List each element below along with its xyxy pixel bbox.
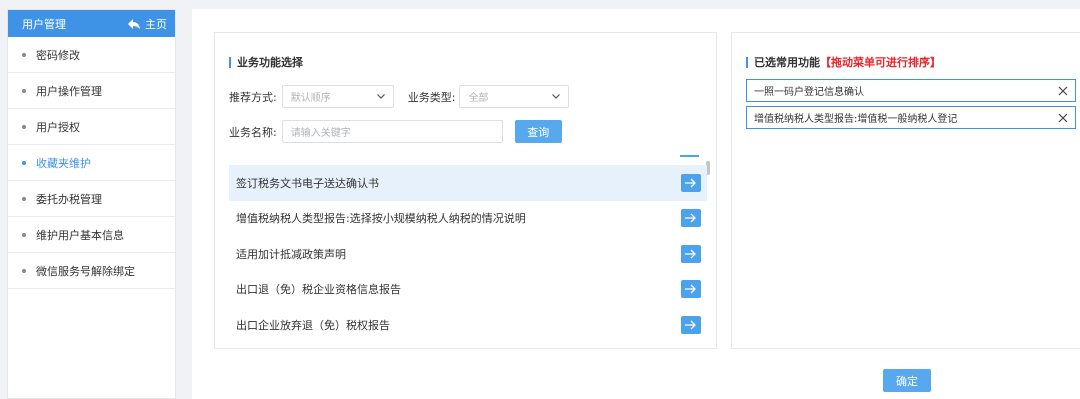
sidebar-item-password[interactable]: 密码修改 (8, 37, 175, 73)
list-top-indicator (680, 155, 699, 157)
drag-sort-hint: 【拖动菜单可进行排序】 (820, 56, 941, 69)
sidebar-item-label: 维护用户基本信息 (36, 228, 124, 242)
sidebar-item-delegated-tax[interactable]: 委托办税管理 (8, 181, 175, 217)
main-content: 业务功能选择 推荐方式: 默认顺序 业务类型: 全部 业务名称: 请输入关键字 … (192, 9, 1080, 399)
list-item[interactable]: 签订税务文书电子送达确认书 (229, 165, 707, 201)
sidebar-item-label: 收藏夹维护 (36, 156, 91, 170)
close-icon[interactable] (1058, 113, 1068, 123)
list-item[interactable]: 增值税纳税人类型报告:选择按小规模纳税人纳税的情况说明 (229, 201, 707, 237)
selected-item[interactable]: 增值税纳税人类型报告:增值税一般纳税人登记 (746, 106, 1076, 129)
list-item-label: 出口企业放弃退（免）税权报告 (236, 318, 390, 332)
title-bar-accent (229, 56, 231, 68)
type-select-value: 全部 (468, 93, 489, 104)
back-arrow-icon (128, 18, 140, 29)
selected-item-label: 一照一码户登记信息确认 (754, 87, 864, 98)
list-item[interactable]: 适用加计抵减政策声明 (229, 236, 707, 272)
panel-title-text: 业务功能选择 (237, 56, 303, 69)
list-item-label: 适用加计抵减政策声明 (236, 247, 346, 261)
chevron-down-icon (376, 94, 385, 99)
sidebar-item-user-operations[interactable]: 用户操作管理 (8, 73, 175, 109)
name-label: 业务名称: (229, 125, 277, 139)
sort-select-value: 默认顺序 (290, 93, 331, 104)
sort-select[interactable]: 默认顺序 (281, 85, 394, 108)
sidebar-item-label: 用户授权 (36, 120, 80, 134)
list-item-label: 出口退（免）税企业资格信息报告 (236, 283, 401, 297)
home-label: 主页 (145, 17, 167, 31)
bullet-icon (22, 196, 26, 201)
sidebar-item-label: 微信服务号解除绑定 (36, 264, 135, 278)
add-arrow-button[interactable] (681, 280, 701, 299)
search-row: 业务名称: 请输入关键字 查询 (229, 120, 562, 143)
list-item-label: 签订税务文书电子送达确认书 (236, 176, 379, 190)
arrow-right-icon (685, 320, 696, 330)
add-arrow-button[interactable] (681, 173, 701, 192)
bullet-icon (22, 124, 26, 129)
panel-title: 业务功能选择 (229, 54, 303, 70)
selected-item[interactable]: 一照一码户登记信息确认 (746, 79, 1076, 102)
bullet-icon (22, 52, 26, 57)
add-arrow-button[interactable] (681, 315, 701, 334)
list-item[interactable]: 出口企业放弃退（免）税权报告 (229, 307, 707, 343)
add-arrow-button[interactable] (681, 209, 701, 228)
type-select[interactable]: 全部 (459, 85, 570, 108)
chevron-down-icon (552, 94, 561, 99)
panel-title: 已选常用功能 【拖动菜单可进行排序】 (746, 54, 941, 70)
list-item-label: 增值税纳税人类型报告:选择按小规模纳税人纳税的情况说明 (236, 212, 526, 226)
sidebar-item-label: 委托办税管理 (36, 192, 102, 206)
selected-functions-panel: 已选常用功能 【拖动菜单可进行排序】 一照一码户登记信息确认 增值税纳税人类型报… (731, 32, 1080, 349)
bullet-icon (22, 232, 26, 237)
arrow-right-icon (685, 249, 696, 259)
query-button[interactable]: 查询 (514, 120, 562, 143)
sidebar-item-label: 用户操作管理 (36, 84, 102, 98)
bullet-icon (22, 268, 26, 273)
keyword-input-placeholder: 请输入关键字 (290, 128, 351, 139)
bullet-icon (22, 88, 26, 93)
sidebar-item-favorites[interactable]: 收藏夹维护 (8, 145, 175, 181)
arrow-right-icon (685, 213, 696, 223)
arrow-right-icon (685, 284, 696, 294)
add-arrow-button[interactable] (681, 244, 701, 263)
sidebar-item-wechat-unbind[interactable]: 微信服务号解除绑定 (8, 253, 175, 289)
function-list: 签订税务文书电子送达确认书 增值税纳税人类型报告:选择按小规模纳税人纳税的情况说… (229, 165, 707, 343)
selected-item-label: 增值税纳税人类型报告:增值税一般纳税人登记 (754, 114, 958, 125)
sidebar-item-basic-info[interactable]: 维护用户基本信息 (8, 217, 175, 253)
home-link[interactable]: 主页 (128, 16, 167, 32)
list-item[interactable]: 出口退（免）税企业资格信息报告 (229, 272, 707, 308)
confirm-button[interactable]: 确定 (883, 369, 931, 392)
panel-title-text: 已选常用功能 (754, 56, 820, 69)
close-icon[interactable] (1058, 86, 1068, 96)
sidebar: 用户管理 主页 密码修改 用户操作管理 用户授权 收藏夹维护 委托办税管理 维护… (7, 9, 176, 399)
sidebar-item-label: 密码修改 (36, 48, 80, 62)
keyword-input[interactable]: 请输入关键字 (281, 120, 503, 143)
bullet-icon (22, 160, 26, 165)
sidebar-item-user-authorization[interactable]: 用户授权 (8, 109, 175, 145)
type-label: 业务类型: (407, 90, 456, 104)
sidebar-header: 用户管理 主页 (8, 10, 175, 37)
function-selection-panel: 业务功能选择 推荐方式: 默认顺序 业务类型: 全部 业务名称: 请输入关键字 … (214, 32, 717, 349)
title-bar-accent (746, 56, 748, 68)
filter-row: 推荐方式: 默认顺序 业务类型: 全部 (229, 85, 570, 108)
sort-label: 推荐方式: (229, 90, 277, 104)
sidebar-title: 用户管理 (22, 17, 66, 31)
arrow-right-icon (685, 178, 696, 188)
